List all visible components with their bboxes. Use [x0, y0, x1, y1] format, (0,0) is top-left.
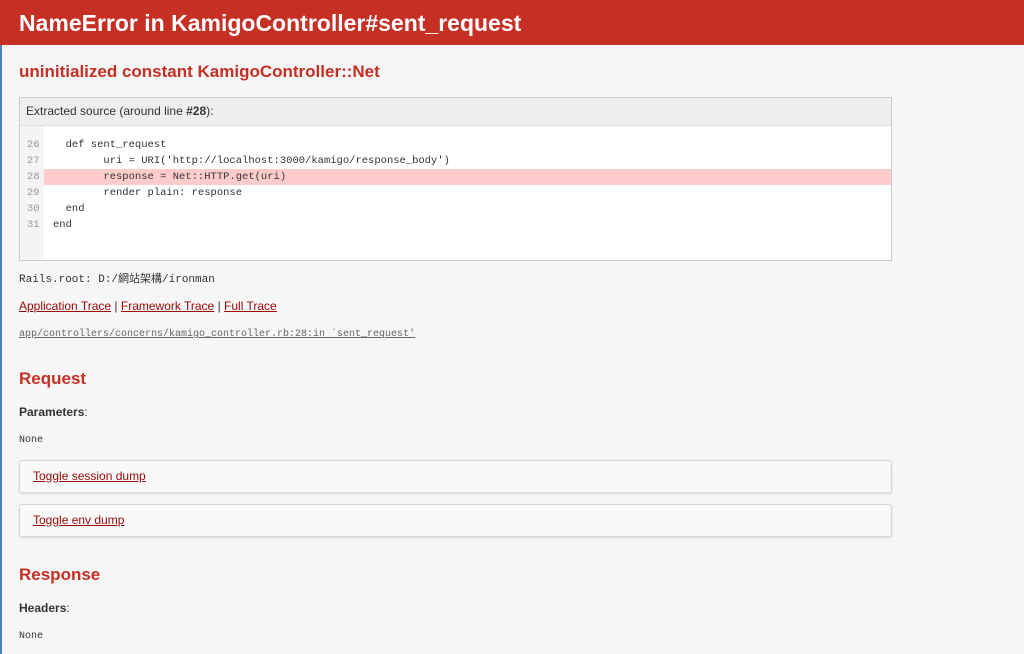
line-number: 28 — [20, 169, 44, 185]
parameters-value: None — [19, 435, 44, 446]
line-code: end — [53, 219, 72, 231]
line-code: uri = URI('http://localhost:3000/kamigo/… — [53, 155, 450, 167]
headers-label-text: Headers — [19, 601, 67, 615]
env-dump-panel: Toggle env dump — [19, 504, 892, 537]
source-heading-suffix: ): — [206, 104, 214, 118]
code-line: 29 render plain: response — [20, 185, 891, 201]
line-code: def sent_request — [53, 139, 167, 151]
code-line: 27 uri = URI('http://localhost:3000/kami… — [20, 153, 891, 169]
extracted-source-heading: Extracted source (around line #28): — [20, 98, 891, 126]
source-heading-prefix: Extracted source (around line — [26, 104, 187, 118]
headers-colon: : — [66, 601, 70, 615]
line-number-text: 28 — [27, 171, 40, 183]
headers-value: None — [19, 631, 44, 642]
line-code: response = Net::HTTP.get(uri) — [53, 171, 287, 183]
rails-root: Rails.root: D:/網站架構/ironman — [19, 274, 215, 286]
line-code: render plain: response — [53, 187, 243, 199]
error-header: NameError in KamigoController#sent_reque… — [0, 0, 1024, 45]
toggle-session-dump-link[interactable]: Toggle session dump — [33, 469, 146, 484]
trace-separator: | — [114, 299, 118, 313]
line-number-text: 30 — [27, 203, 40, 215]
line-number: 29 — [20, 185, 44, 201]
line-number: 30 — [20, 201, 44, 217]
parameters-label-text: Parameters — [19, 405, 85, 419]
error-title: NameError in KamigoController#sent_reque… — [19, 10, 522, 36]
line-number-text: 27 — [27, 155, 40, 167]
line-number: 26 — [20, 137, 44, 153]
line-number: 27 — [20, 153, 44, 169]
line-number-text: 26 — [27, 139, 40, 151]
line-number-text: 29 — [27, 187, 40, 199]
line-number-text: 31 — [27, 219, 40, 231]
code-line-highlighted: 28 response = Net::HTTP.get(uri) — [20, 169, 891, 185]
extracted-source-panel: Extracted source (around line #28): 26 d… — [19, 97, 892, 261]
code-line: 30 end — [20, 201, 891, 217]
headers-label: Headers: — [19, 601, 70, 616]
code-line: 31 end — [20, 217, 891, 233]
source-code: 26 def sent_request 27 uri = URI('http://… — [20, 137, 891, 233]
trace-links: Application Trace | Framework Trace | Fu… — [19, 299, 277, 314]
framework-trace-link[interactable]: Framework Trace — [121, 299, 214, 313]
toggle-env-dump-link[interactable]: Toggle env dump — [33, 513, 124, 528]
application-trace-link[interactable]: Application Trace — [19, 299, 111, 313]
parameters-colon: : — [84, 405, 88, 419]
trace-entry-link[interactable]: app/controllers/concerns/kamigo_controll… — [19, 329, 415, 340]
full-trace-link[interactable]: Full Trace — [224, 299, 277, 313]
line-number: 31 — [20, 217, 44, 233]
request-heading: Request — [19, 369, 87, 388]
response-heading: Response — [19, 565, 101, 584]
trace-separator: | — [217, 299, 221, 313]
source-heading-line: #28 — [186, 104, 207, 118]
parameters-label: Parameters: — [19, 405, 88, 420]
line-code: end — [53, 203, 85, 215]
window-left-edge — [0, 45, 2, 654]
session-dump-panel: Toggle session dump — [19, 460, 892, 493]
code-line: 26 def sent_request — [20, 137, 891, 153]
error-message: uninitialized constant KamigoController:… — [19, 62, 380, 81]
trace-entry: app/controllers/concerns/kamigo_controll… — [19, 328, 415, 341]
